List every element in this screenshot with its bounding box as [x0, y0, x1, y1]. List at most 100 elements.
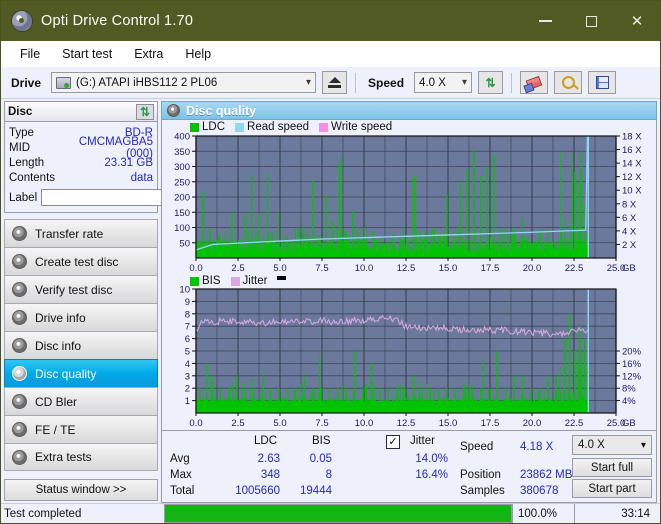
eject-icon	[328, 77, 341, 83]
ldc-chart[interactable]: LDC Read speed Write speed 50 100 150 200 25…	[162, 120, 656, 275]
svg-text:0.0: 0.0	[189, 418, 202, 429]
menu-item-start-test[interactable]: Start test	[53, 44, 121, 64]
sidebar-item-cd-bler[interactable]: CD Bler	[4, 387, 158, 415]
start-full-button[interactable]: Start full	[572, 458, 652, 477]
stats-bis-total: 19444	[300, 485, 332, 497]
sidebar: Disc ⇅ Type BD-R MID CMCMAGBA5 (000) Len…	[1, 99, 244, 503]
start-part-button[interactable]: Start part	[572, 479, 652, 498]
samples-stat-label: Samples	[460, 485, 505, 497]
disc-icon	[12, 282, 27, 297]
svg-text:12.5: 12.5	[397, 263, 416, 272]
stats-ldc-total: 1005660	[235, 485, 280, 497]
svg-text:10 X: 10 X	[622, 186, 642, 197]
progress-bar-track	[164, 504, 512, 523]
disc-row-value: data	[130, 171, 153, 184]
sidebar-item-label: CD Bler	[35, 394, 78, 409]
close-button[interactable]: ✕	[614, 1, 660, 41]
disc-icon	[12, 310, 27, 325]
sidebar-item-label: Create test disc	[35, 254, 119, 269]
stats-jitter-max: 16.4%	[415, 469, 448, 481]
disc-row-key: MID	[9, 141, 31, 154]
application-window: Opti Drive Control 1.70 ✕ File Start tes…	[0, 0, 661, 524]
disc-quality-header: Disc quality	[161, 101, 657, 120]
svg-text:10: 10	[179, 285, 190, 296]
svg-text:20.0: 20.0	[523, 263, 542, 272]
sidebar-item-label: Drive info	[35, 310, 86, 325]
disc-refresh-button[interactable]: ⇅	[136, 103, 154, 120]
drive-label: Drive	[11, 75, 42, 90]
legend-swatch-ldc	[190, 122, 199, 132]
svg-text:4%: 4%	[622, 396, 636, 407]
legend-swatch-marker	[277, 276, 287, 280]
legend-swatch-bis	[190, 276, 199, 286]
erase-button[interactable]	[520, 71, 549, 94]
svg-text:5.0: 5.0	[273, 263, 286, 272]
stats-col-bis: BIS	[312, 435, 331, 447]
svg-text:6: 6	[185, 334, 190, 345]
disc-icon	[167, 104, 180, 117]
svg-text:GB: GB	[622, 418, 636, 429]
svg-text:9: 9	[185, 297, 190, 308]
svg-text:0.0: 0.0	[189, 263, 202, 272]
disc-row-key: Length	[9, 156, 45, 169]
ldc-chart-svg: 50 100 150 200 250 300 350 400 2 X 4 X 6 X 8 X 10 X 1…	[174, 132, 642, 275]
bis-jitter-chart[interactable]: BIS Jitter 1 2 3 4 5 6 7 8 9 10 4% 8% 12% 16% 20% 0.0 2.…	[162, 275, 656, 436]
svg-text:15.0: 15.0	[439, 418, 458, 429]
svg-text:7.5: 7.5	[315, 263, 328, 272]
menu-item-extra[interactable]: Extra	[125, 44, 172, 64]
sidebar-item-create-test-disc[interactable]: Create test disc	[4, 247, 158, 275]
disc-label-row: Label	[9, 188, 244, 207]
svg-text:8 X: 8 X	[622, 199, 637, 210]
save-button[interactable]	[588, 71, 617, 94]
sidebar-item-disc-info[interactable]: Disc info	[4, 331, 158, 359]
maximize-button[interactable]	[568, 1, 614, 41]
main-panel: Disc quality LDC Read speed Write speed …	[161, 99, 660, 503]
svg-text:4 X: 4 X	[622, 226, 637, 237]
svg-text:100: 100	[174, 223, 190, 234]
speed-select[interactable]: 4.0 X ▾	[414, 72, 473, 93]
sidebar-item-verify-test-disc[interactable]: Verify test disc	[4, 275, 158, 303]
svg-text:200: 200	[174, 193, 190, 204]
svg-text:14 X: 14 X	[622, 159, 642, 170]
svg-text:10.0: 10.0	[355, 263, 374, 272]
stats-panel: LDC BIS ✓ Jitter Avg Max Total 2.63 348 …	[161, 431, 657, 503]
drive-select[interactable]: (G:) ATAPI iHBS112 2 PL06 ▾	[51, 72, 317, 93]
inspect-button[interactable]	[554, 71, 583, 94]
refresh-icon: ⇅	[485, 75, 496, 90]
sidebar-item-fe-te[interactable]: FE / TE	[4, 415, 158, 443]
position-stat-value: 23862 MB	[520, 469, 573, 481]
svg-text:2: 2	[185, 384, 190, 395]
menu-item-file[interactable]: File	[11, 44, 49, 64]
eject-button[interactable]	[322, 71, 348, 94]
menu-item-help[interactable]: Help	[176, 44, 220, 64]
elapsed-time: 33:14	[574, 504, 660, 523]
disc-row-mid: MID CMCMAGBA5 (000)	[9, 136, 153, 160]
legend-swatch-jitter	[230, 276, 240, 286]
status-message: Test completed	[4, 507, 82, 520]
sidebar-item-disc-quality[interactable]: Disc quality	[4, 359, 158, 387]
app-disc-icon	[11, 10, 33, 32]
status-window-button[interactable]: Status window >>	[4, 479, 158, 501]
jitter-checkbox[interactable]: ✓	[386, 435, 400, 449]
sidebar-item-transfer-rate[interactable]: Transfer rate	[4, 219, 158, 247]
svg-text:4: 4	[185, 359, 190, 370]
minimize-button[interactable]	[522, 1, 568, 41]
refresh-button[interactable]: ⇅	[478, 71, 504, 94]
chevron-down-icon: ▾	[306, 77, 312, 88]
sidebar-item-label: Extra tests	[35, 450, 92, 464]
svg-text:8%: 8%	[622, 384, 636, 395]
speed-select-value: 4.0 X	[419, 76, 446, 89]
svg-text:1: 1	[185, 396, 190, 407]
drive-select-value: (G:) ATAPI iHBS112 2 PL06	[76, 76, 218, 89]
svg-text:GB: GB	[622, 263, 636, 272]
refresh-icon: ⇅	[139, 104, 151, 119]
disc-info-panel: Type BD-R MID CMCMAGBA5 (000) Length 23.…	[4, 121, 244, 213]
svg-text:2.5: 2.5	[231, 263, 244, 272]
sidebar-item-drive-info[interactable]: Drive info	[4, 303, 158, 331]
svg-text:22.5: 22.5	[565, 263, 584, 272]
disc-label-caption: Label	[9, 191, 38, 204]
disc-row-key: Type	[9, 126, 34, 139]
test-speed-select[interactable]: 4.0 X ▾	[572, 435, 652, 455]
svg-text:2 X: 2 X	[622, 240, 637, 251]
sidebar-item-extra-tests[interactable]: Extra tests	[4, 443, 158, 471]
